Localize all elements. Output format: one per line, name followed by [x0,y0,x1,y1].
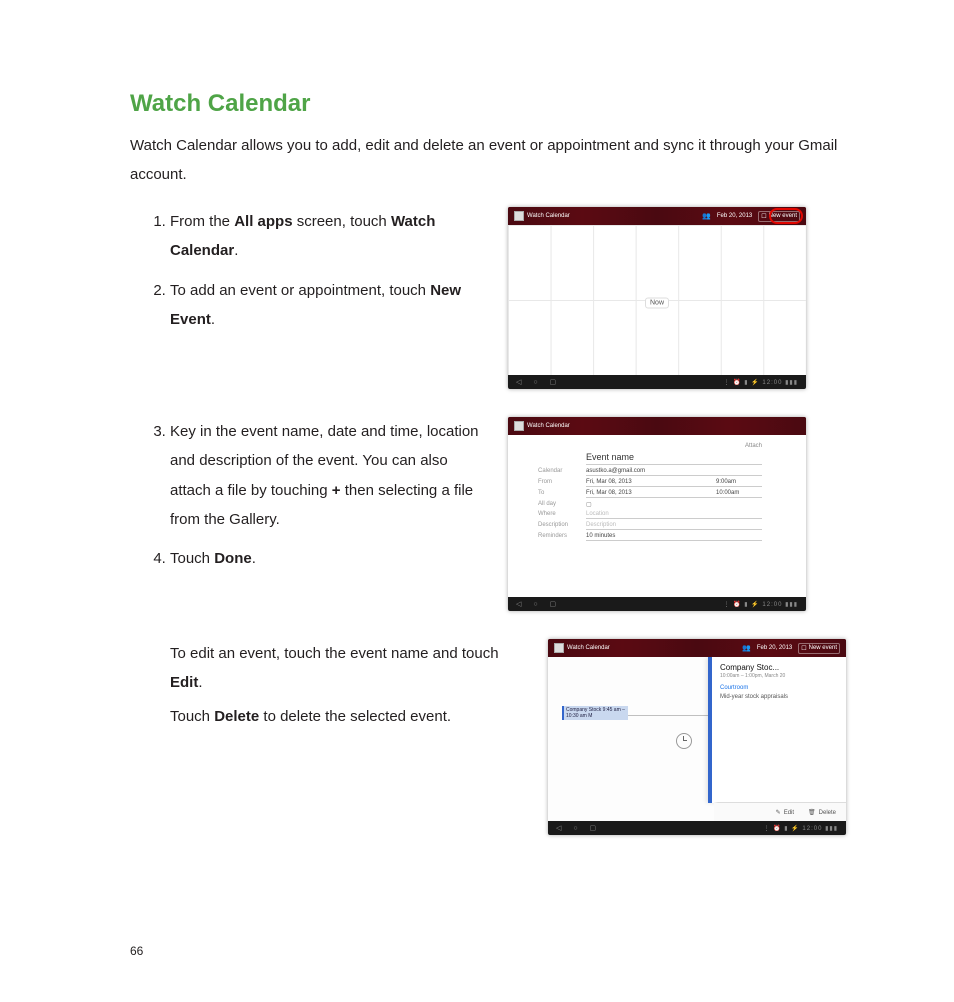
event-description: Mid-year stock appraisals [720,694,838,700]
calendar-icon [554,643,564,653]
app-title: Watch Calendar [567,645,610,651]
app-title: Watch Calendar [527,213,570,219]
detail-actions: Edit Delete [714,802,846,821]
screenshot-event-detail: Watch Calendar Feb 20, 2013 New event Co… [548,639,846,835]
intro-paragraph: Watch Calendar allows you to add, edit a… [130,132,884,189]
edit-delete-note: To edit an event, touch the event name a… [130,639,530,735]
step-2: To add an event or appointment, touch Ne… [170,276,490,335]
nav-recent-icon[interactable]: ▢ [550,601,557,608]
status-tray: ⋮ ⏰ ▮ ⚡ 12:00 ▮▮▮ [724,379,799,386]
nav-home-icon[interactable]: ○ [573,825,577,832]
steps-col: From the All apps screen, touch Watch Ca… [130,207,490,344]
nav-home-icon[interactable]: ○ [533,601,537,608]
page-number: 66 [130,944,143,958]
nav-home-icon[interactable]: ○ [533,379,537,386]
group-icon [742,644,751,652]
tablet-nav-bar: ◁ ○ ▢ ⋮ ⏰ ▮ ⚡ 12:00 ▮▮▮ [548,821,846,835]
tablet-nav-bar: ◁ ○ ▢ ⋮ ⏰ ▮ ⚡ 12:00 ▮▮▮ [508,597,806,611]
manual-page: Watch Calendar Watch Calendar allows you… [0,0,954,1002]
block-steps-3-4: Key in the event name, date and time, lo… [130,417,884,611]
nav-recent-icon[interactable]: ▢ [550,379,557,386]
step-1: From the All apps screen, touch Watch Ca… [170,207,490,266]
nav-back-icon[interactable]: ◁ [516,379,521,386]
event-title: Company Stoc... [720,663,838,672]
now-pill: Now [645,298,669,309]
attach-label[interactable]: Attach [716,443,762,449]
new-event-button[interactable]: New event [758,211,800,222]
tablet-nav-bar: ◁ ○ ▢ ⋮ ⏰ ▮ ⚡ 12:00 ▮▮▮ [508,375,806,389]
screenshot-event-form: Watch Calendar + Event name Attach Calen… [508,417,806,611]
status-tray: ⋮ ⏰ ▮ ⚡ 12:00 ▮▮▮ [764,825,839,832]
calendar-icon [514,211,524,221]
new-event-button[interactable]: New event [798,643,840,654]
step-4: Touch Done. [170,544,490,573]
event-view-body[interactable]: Company Stock 9:45 am – 10:30 am M Compa… [548,657,846,821]
edit-button[interactable]: Edit [776,809,794,816]
block-steps-1-2: From the All apps screen, touch Watch Ca… [130,207,884,389]
nav-back-icon[interactable]: ◁ [556,825,561,832]
tablet-top-bar: Watch Calendar Feb 20, 2013 New event [548,639,846,657]
group-icon [702,212,711,220]
nav-recent-icon[interactable]: ▢ [590,825,597,832]
tablet-top-bar: Watch Calendar Feb 20, 2013 New event [508,207,806,225]
topbar-date: Feb 20, 2013 [757,645,792,651]
topbar-date: Feb 20, 2013 [717,213,752,219]
event-location: Courtroom [720,685,838,691]
screenshot-calendar-grid: Watch Calendar Feb 20, 2013 New event No… [508,207,806,389]
status-tray: ⋮ ⏰ ▮ ⚡ 12:00 ▮▮▮ [724,601,799,608]
steps-col: Key in the event name, date and time, lo… [130,417,490,583]
tablet-top-bar: Watch Calendar [508,417,806,435]
event-form-body[interactable]: Event name Attach Calendarasustko.a@gmai… [508,435,806,597]
step-3: Key in the event name, date and time, lo… [170,417,490,534]
delete-button[interactable]: Delete [808,809,836,816]
event-detail-pane: Company Stoc... 10:00am – 1:00pm, March … [708,657,846,803]
app-title: Watch Calendar [527,423,570,429]
calendar-icon [514,421,524,431]
calendar-grid-body[interactable]: Now [508,225,806,375]
section-heading: Watch Calendar [130,90,884,118]
clock-icon [676,733,692,749]
event-name-field[interactable]: Event name [586,452,762,465]
event-chip[interactable]: Company Stock 9:45 am – 10:30 am M [562,706,628,720]
block-edit-delete: To edit an event, touch the event name a… [130,639,884,835]
nav-back-icon[interactable]: ◁ [516,601,521,608]
event-subtitle: 10:00am – 1:00pm, March 20 [720,673,838,679]
